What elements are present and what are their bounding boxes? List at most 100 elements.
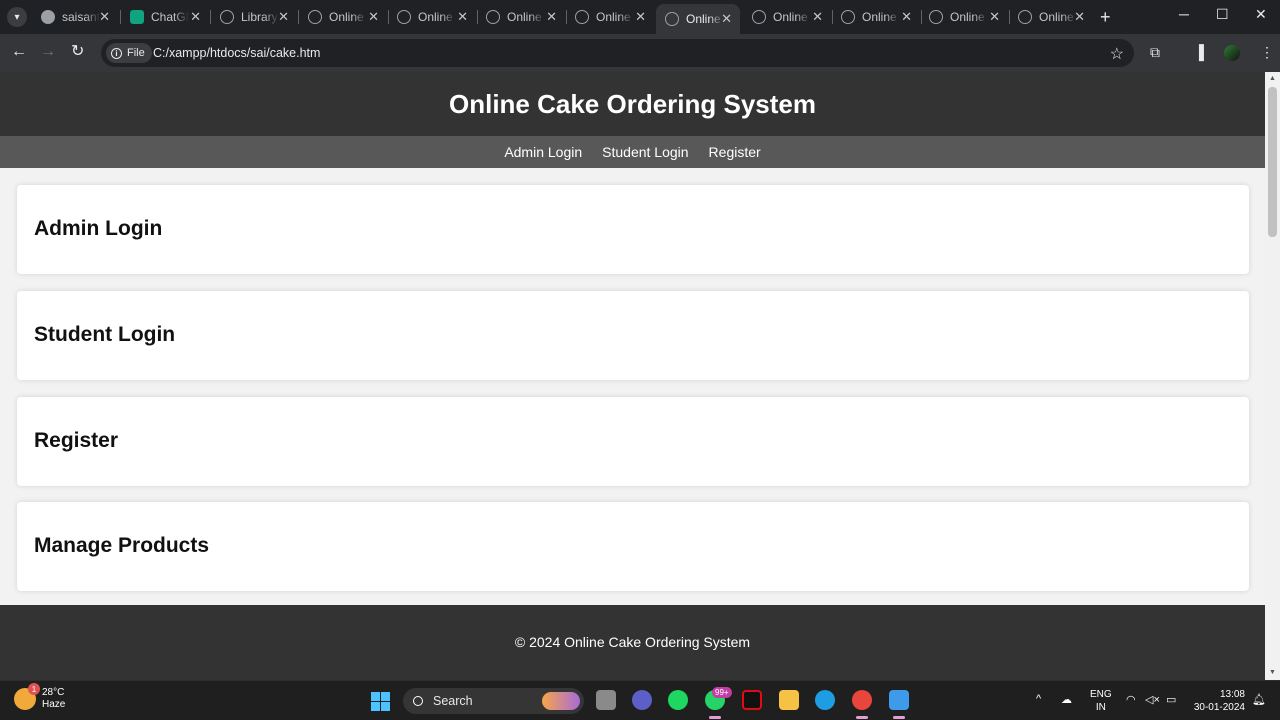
github-icon: [41, 10, 55, 24]
reload-icon[interactable]: ↻: [71, 43, 84, 61]
url-text[interactable]: C:/xampp/htdocs/sai/cake.htm: [153, 46, 320, 60]
tab-online[interactable]: Online ✕: [388, 5, 476, 29]
site-info-chip[interactable]: i File: [106, 43, 152, 63]
nav-link-student-login[interactable]: Student Login: [602, 144, 688, 160]
teams-icon[interactable]: [632, 690, 652, 710]
tab-online[interactable]: Online ✕: [1009, 5, 1093, 29]
weather-badge: 1: [28, 683, 40, 695]
section-heading: Admin Login: [34, 217, 163, 240]
tab-online[interactable]: Online ✕: [743, 5, 831, 29]
back-arrow-icon[interactable]: ←: [11, 43, 27, 61]
close-icon[interactable]: ✕: [457, 9, 468, 25]
address-bar[interactable]: i File C:/xampp/htdocs/sai/cake.htm ☆: [101, 39, 1134, 67]
close-icon[interactable]: ✕: [546, 9, 557, 25]
close-icon[interactable]: ✕: [812, 9, 823, 25]
windows-start-icon[interactable]: [371, 692, 390, 711]
tab-library[interactable]: Library ✕: [211, 5, 297, 29]
tab-online[interactable]: Online ✕: [477, 5, 565, 29]
page-viewport: Online Cake Ordering System Admin Login …: [0, 72, 1265, 680]
battery-icon[interactable]: ▭: [1166, 693, 1176, 706]
scroll-down-arrow-icon[interactable]: ▼: [1269, 669, 1276, 676]
tab-title: Online: [596, 10, 631, 24]
file-explorer-icon[interactable]: [779, 690, 799, 710]
footer-copyright: © 2024 Online Cake Ordering System: [514, 633, 751, 650]
tab-online-active[interactable]: Online ✕: [656, 4, 740, 34]
tab-chatgpt[interactable]: ChatGPT ✕: [121, 5, 209, 29]
section-manage-products: Manage Products: [17, 502, 1249, 591]
nav-link-register[interactable]: Register: [709, 144, 761, 160]
section-admin-login: Admin Login: [17, 185, 1249, 274]
lang-bottom: IN: [1095, 702, 1106, 713]
tab-title: saisant: [62, 10, 100, 24]
scrollbar-thumb[interactable]: [1268, 87, 1277, 237]
chatgpt-icon: [130, 10, 144, 24]
tab-title: Online: [507, 10, 542, 24]
tab-strip: ▾ saisant ✕ ChatGPT ✕ Library ✕ Online ✕…: [0, 0, 1280, 34]
close-icon[interactable]: ✕: [1074, 9, 1085, 25]
globe-icon: [752, 10, 766, 24]
side-panel-icon[interactable]: ▐: [1194, 44, 1204, 60]
spotify-icon[interactable]: [668, 690, 688, 710]
close-icon[interactable]: ✕: [901, 9, 912, 25]
tray-overflow-chevron-icon[interactable]: ^: [1036, 693, 1041, 705]
weather-temp: 28°C: [42, 687, 65, 698]
globe-icon: [665, 12, 679, 26]
section-heading: Register: [34, 429, 119, 452]
chrome-icon[interactable]: [852, 690, 872, 719]
notepad-icon[interactable]: [889, 690, 909, 719]
wifi-icon[interactable]: ◠: [1126, 693, 1136, 706]
tab-title: Online: [950, 10, 985, 24]
close-icon[interactable]: ✕: [190, 9, 201, 25]
taskbar-search-label: Search: [433, 694, 473, 708]
close-icon[interactable]: ✕: [989, 9, 1000, 25]
extensions-puzzle-icon[interactable]: ⧉: [1150, 44, 1160, 61]
clock[interactable]: 13:08 30-01-2024: [1190, 688, 1245, 714]
tab-title: Online: [418, 10, 453, 24]
language-indicator[interactable]: ENG IN: [1090, 688, 1112, 714]
tab-online[interactable]: Online ✕: [299, 5, 387, 29]
globe-icon: [308, 10, 322, 24]
nav-link-admin-login[interactable]: Admin Login: [504, 144, 582, 160]
site-title: Online Cake Ordering System: [448, 88, 816, 119]
window-close-icon[interactable]: ✕: [1255, 6, 1267, 23]
new-tab-plus-icon[interactable]: +: [1100, 7, 1111, 27]
globe-icon: [220, 10, 234, 24]
tab-online[interactable]: Online ✕: [566, 5, 654, 29]
tab-online[interactable]: Online ✕: [832, 5, 920, 29]
maximize-icon[interactable]: ☐: [1216, 6, 1229, 23]
search-highlight-icon: [542, 692, 580, 710]
lang-top: ENG: [1090, 689, 1112, 700]
tab-github[interactable]: saisant ✕: [32, 5, 118, 29]
section-heading: Manage Products: [34, 534, 210, 557]
globe-icon: [397, 10, 411, 24]
notification-bell-icon[interactable]: 🔔︎: [1252, 693, 1266, 706]
weather-widget[interactable]: 1 28°C Haze: [14, 683, 65, 711]
close-icon[interactable]: ✕: [368, 9, 379, 25]
task-view-icon[interactable]: [596, 690, 616, 710]
netflix-icon[interactable]: [742, 690, 762, 710]
taskbar-search[interactable]: Search: [403, 688, 584, 714]
close-icon[interactable]: ✕: [278, 9, 289, 25]
onedrive-error-icon[interactable]: ☁: [1061, 693, 1072, 706]
bookmark-star-icon[interactable]: ☆: [1110, 44, 1124, 64]
browser-toolbar: ← → ↻ i File C:/xampp/htdocs/sai/cake.ht…: [0, 34, 1280, 72]
tab-search-chevron-icon[interactable]: ▾: [7, 7, 27, 27]
windows-taskbar: 1 28°C Haze Search 99+ ^ ☁ ENG IN ◠ ◁× ▭…: [0, 680, 1280, 720]
weather-sun-icon: 1: [14, 683, 40, 710]
close-icon[interactable]: ✕: [635, 9, 646, 25]
tab-title: ChatGPT: [151, 10, 189, 24]
close-icon[interactable]: ✕: [721, 11, 732, 27]
tab-online[interactable]: Online ✕: [920, 5, 1008, 29]
site-nav: Admin Login Student Login Register: [0, 136, 1265, 168]
volume-muted-icon[interactable]: ◁×: [1145, 693, 1160, 706]
profile-avatar[interactable]: [1224, 45, 1240, 61]
scroll-up-arrow-icon[interactable]: ▲: [1269, 75, 1276, 82]
menu-kebab-icon[interactable]: ⋮: [1260, 44, 1274, 61]
close-icon[interactable]: ✕: [99, 9, 110, 25]
forward-arrow-icon[interactable]: →: [40, 43, 56, 61]
section-register: Register: [17, 397, 1249, 486]
page-scrollbar[interactable]: ▲ ▼: [1265, 72, 1280, 680]
edge-icon[interactable]: [815, 690, 835, 710]
tab-title: Library: [241, 10, 278, 24]
minimize-icon[interactable]: ─: [1179, 6, 1189, 22]
